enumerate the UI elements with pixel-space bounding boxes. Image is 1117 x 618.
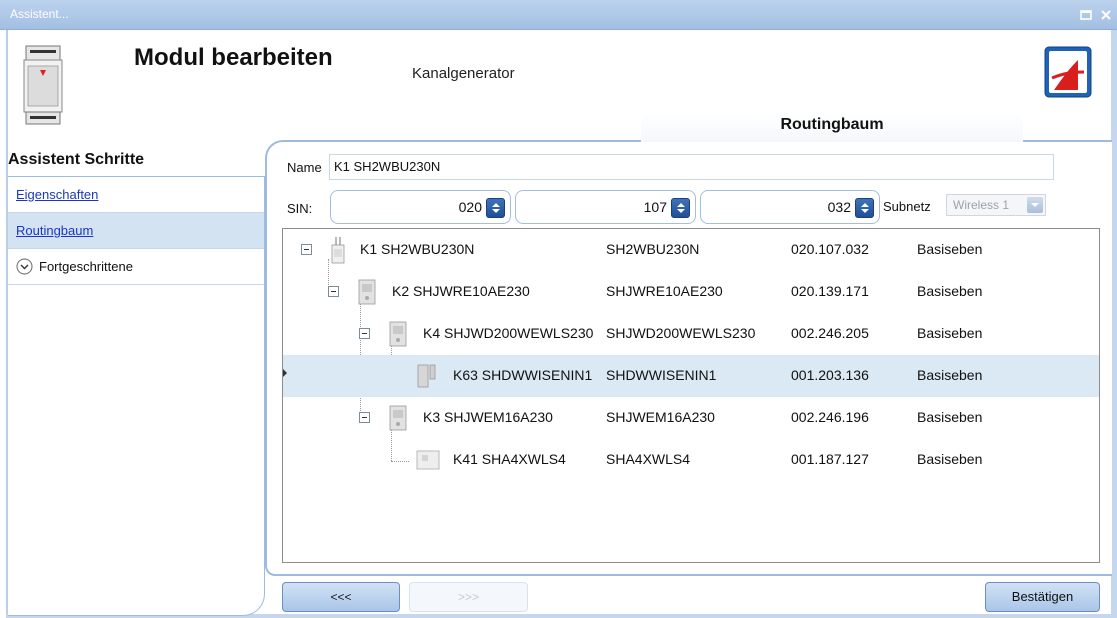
- tree-cell-sin: 002.246.205: [791, 325, 869, 341]
- tree-cell-sin: 020.139.171: [791, 283, 869, 299]
- page-subtitle: Kanalgenerator: [412, 65, 515, 82]
- stepper-arrows-icon[interactable]: [855, 198, 874, 218]
- window-title: Assistent...: [10, 7, 69, 21]
- step-divider: [8, 284, 264, 285]
- sin-value-1: 020: [458, 199, 482, 215]
- module-device-icon: [358, 279, 376, 305]
- module-device-icon: [331, 237, 345, 264]
- routing-tree[interactable]: K1 SH2WBU230N SH2WBU230N 020.107.032 Bas…: [282, 228, 1100, 563]
- module-device-icon: [23, 45, 63, 125]
- collapse-icon[interactable]: [301, 244, 312, 255]
- back-button[interactable]: <<<: [282, 582, 400, 612]
- stepper-arrows-icon[interactable]: [486, 198, 505, 218]
- tree-cell-type: SHA4XWLS4: [606, 451, 691, 467]
- chevron-down-icon[interactable]: [16, 258, 33, 275]
- subnet-label: Subnetz: [883, 199, 931, 214]
- tree-cell-sin: 020.107.032: [791, 241, 869, 257]
- device-box-icon: [416, 450, 440, 470]
- app-logo-icon: [1044, 46, 1092, 98]
- collapse-icon[interactable]: [359, 412, 370, 423]
- sin-stepper-2[interactable]: 107: [515, 190, 696, 224]
- tree-cell-type: SH2WBU230N: [606, 241, 700, 257]
- steps-panel: Eigenschaften Routingbaum Fortgeschritte…: [8, 176, 265, 616]
- tree-cell-type: SHJWRE10AE230: [606, 283, 723, 299]
- tree-cell-type: SHDWWISENIN1: [606, 367, 717, 383]
- name-label: Name: [287, 160, 322, 175]
- sin-stepper-1[interactable]: 020: [330, 190, 511, 224]
- sin-value-3: 032: [827, 199, 851, 215]
- module-device-icon: [389, 405, 407, 431]
- step-fortgeschrittene[interactable]: Fortgeschrittene: [8, 249, 264, 284]
- tree-cell-name: K41 SHA4XWLS4: [453, 451, 566, 467]
- tree-cell-name: K4 SHJWD200WEWLS230: [423, 325, 594, 341]
- sin-stepper-3[interactable]: 032: [700, 190, 880, 224]
- tab-label: Routingbaum: [780, 116, 884, 133]
- sin-label: SIN:: [287, 201, 313, 216]
- tree-cell-sin: 001.187.127: [791, 451, 869, 467]
- confirm-button[interactable]: Bestätigen: [985, 582, 1100, 612]
- step-label: Fortgeschrittene: [39, 259, 133, 274]
- maximize-icon[interactable]: [1079, 8, 1093, 22]
- tree-row[interactable]: K2 SHJWRE10AE230 SHJWRE10AE230 020.139.1…: [283, 271, 1099, 313]
- tree-cell-sin: 001.203.136: [791, 367, 869, 383]
- chevron-down-icon[interactable]: [1027, 197, 1043, 213]
- tree-row[interactable]: K41 SHA4XWLS4 SHA4XWLS4 001.187.127 Basi…: [283, 439, 1099, 481]
- tree-cell-name: K2 SHJWRE10AE230: [392, 283, 530, 299]
- tree-cell-name: K63 SHDWWISENIN1: [453, 367, 593, 383]
- steps-title: Assistent Schritte: [8, 151, 145, 168]
- tree-cell-level: Basiseben: [917, 241, 983, 257]
- tree-row[interactable]: K4 SHJWD200WEWLS230 SHJWD200WEWLS230 002…: [283, 313, 1099, 355]
- tree-cell-level: Basiseben: [917, 367, 983, 383]
- sensor-device-icon: [417, 364, 436, 388]
- collapse-icon[interactable]: [328, 286, 339, 297]
- tree-cell-name: K3 SHJWEM16A230: [423, 409, 553, 425]
- tree-cell-level: Basiseben: [917, 451, 983, 467]
- next-button[interactable]: >>>: [409, 582, 528, 612]
- step-eigenschaften[interactable]: Eigenschaften: [8, 177, 264, 212]
- stepper-arrows-icon[interactable]: [671, 198, 690, 218]
- tree-row[interactable]: K3 SHJWEM16A230 SHJWEM16A230 002.246.196…: [283, 397, 1099, 439]
- tree-cell-sin: 002.246.196: [791, 409, 869, 425]
- tree-row-selected[interactable]: K63 SHDWWISENIN1 SHDWWISENIN1 001.203.13…: [283, 355, 1099, 397]
- subnet-select[interactable]: Wireless 1: [946, 194, 1046, 216]
- name-field[interactable]: K1 SH2WBU230N: [329, 154, 1054, 180]
- sin-value-2: 107: [643, 199, 667, 215]
- page-title: Modul bearbeiten: [134, 44, 333, 71]
- tree-cell-name: K1 SH2WBU230N: [360, 241, 475, 257]
- title-bar: Assistent...: [0, 0, 1117, 30]
- close-icon[interactable]: [1099, 8, 1113, 22]
- tree-cell-type: SHJWD200WEWLS230: [606, 325, 756, 341]
- subnet-value: Wireless 1: [953, 198, 1010, 212]
- collapse-icon[interactable]: [359, 328, 370, 339]
- tree-cell-level: Basiseben: [917, 283, 983, 299]
- tree-row[interactable]: K1 SH2WBU230N SH2WBU230N 020.107.032 Bas…: [283, 229, 1099, 271]
- tree-cell-level: Basiseben: [917, 409, 983, 425]
- step-routingbaum[interactable]: Routingbaum: [8, 213, 264, 248]
- tree-cell-type: SHJWEM16A230: [606, 409, 715, 425]
- tree-cell-level: Basiseben: [917, 325, 983, 341]
- current-row-marker-icon: [283, 369, 287, 377]
- module-device-icon: [389, 321, 407, 347]
